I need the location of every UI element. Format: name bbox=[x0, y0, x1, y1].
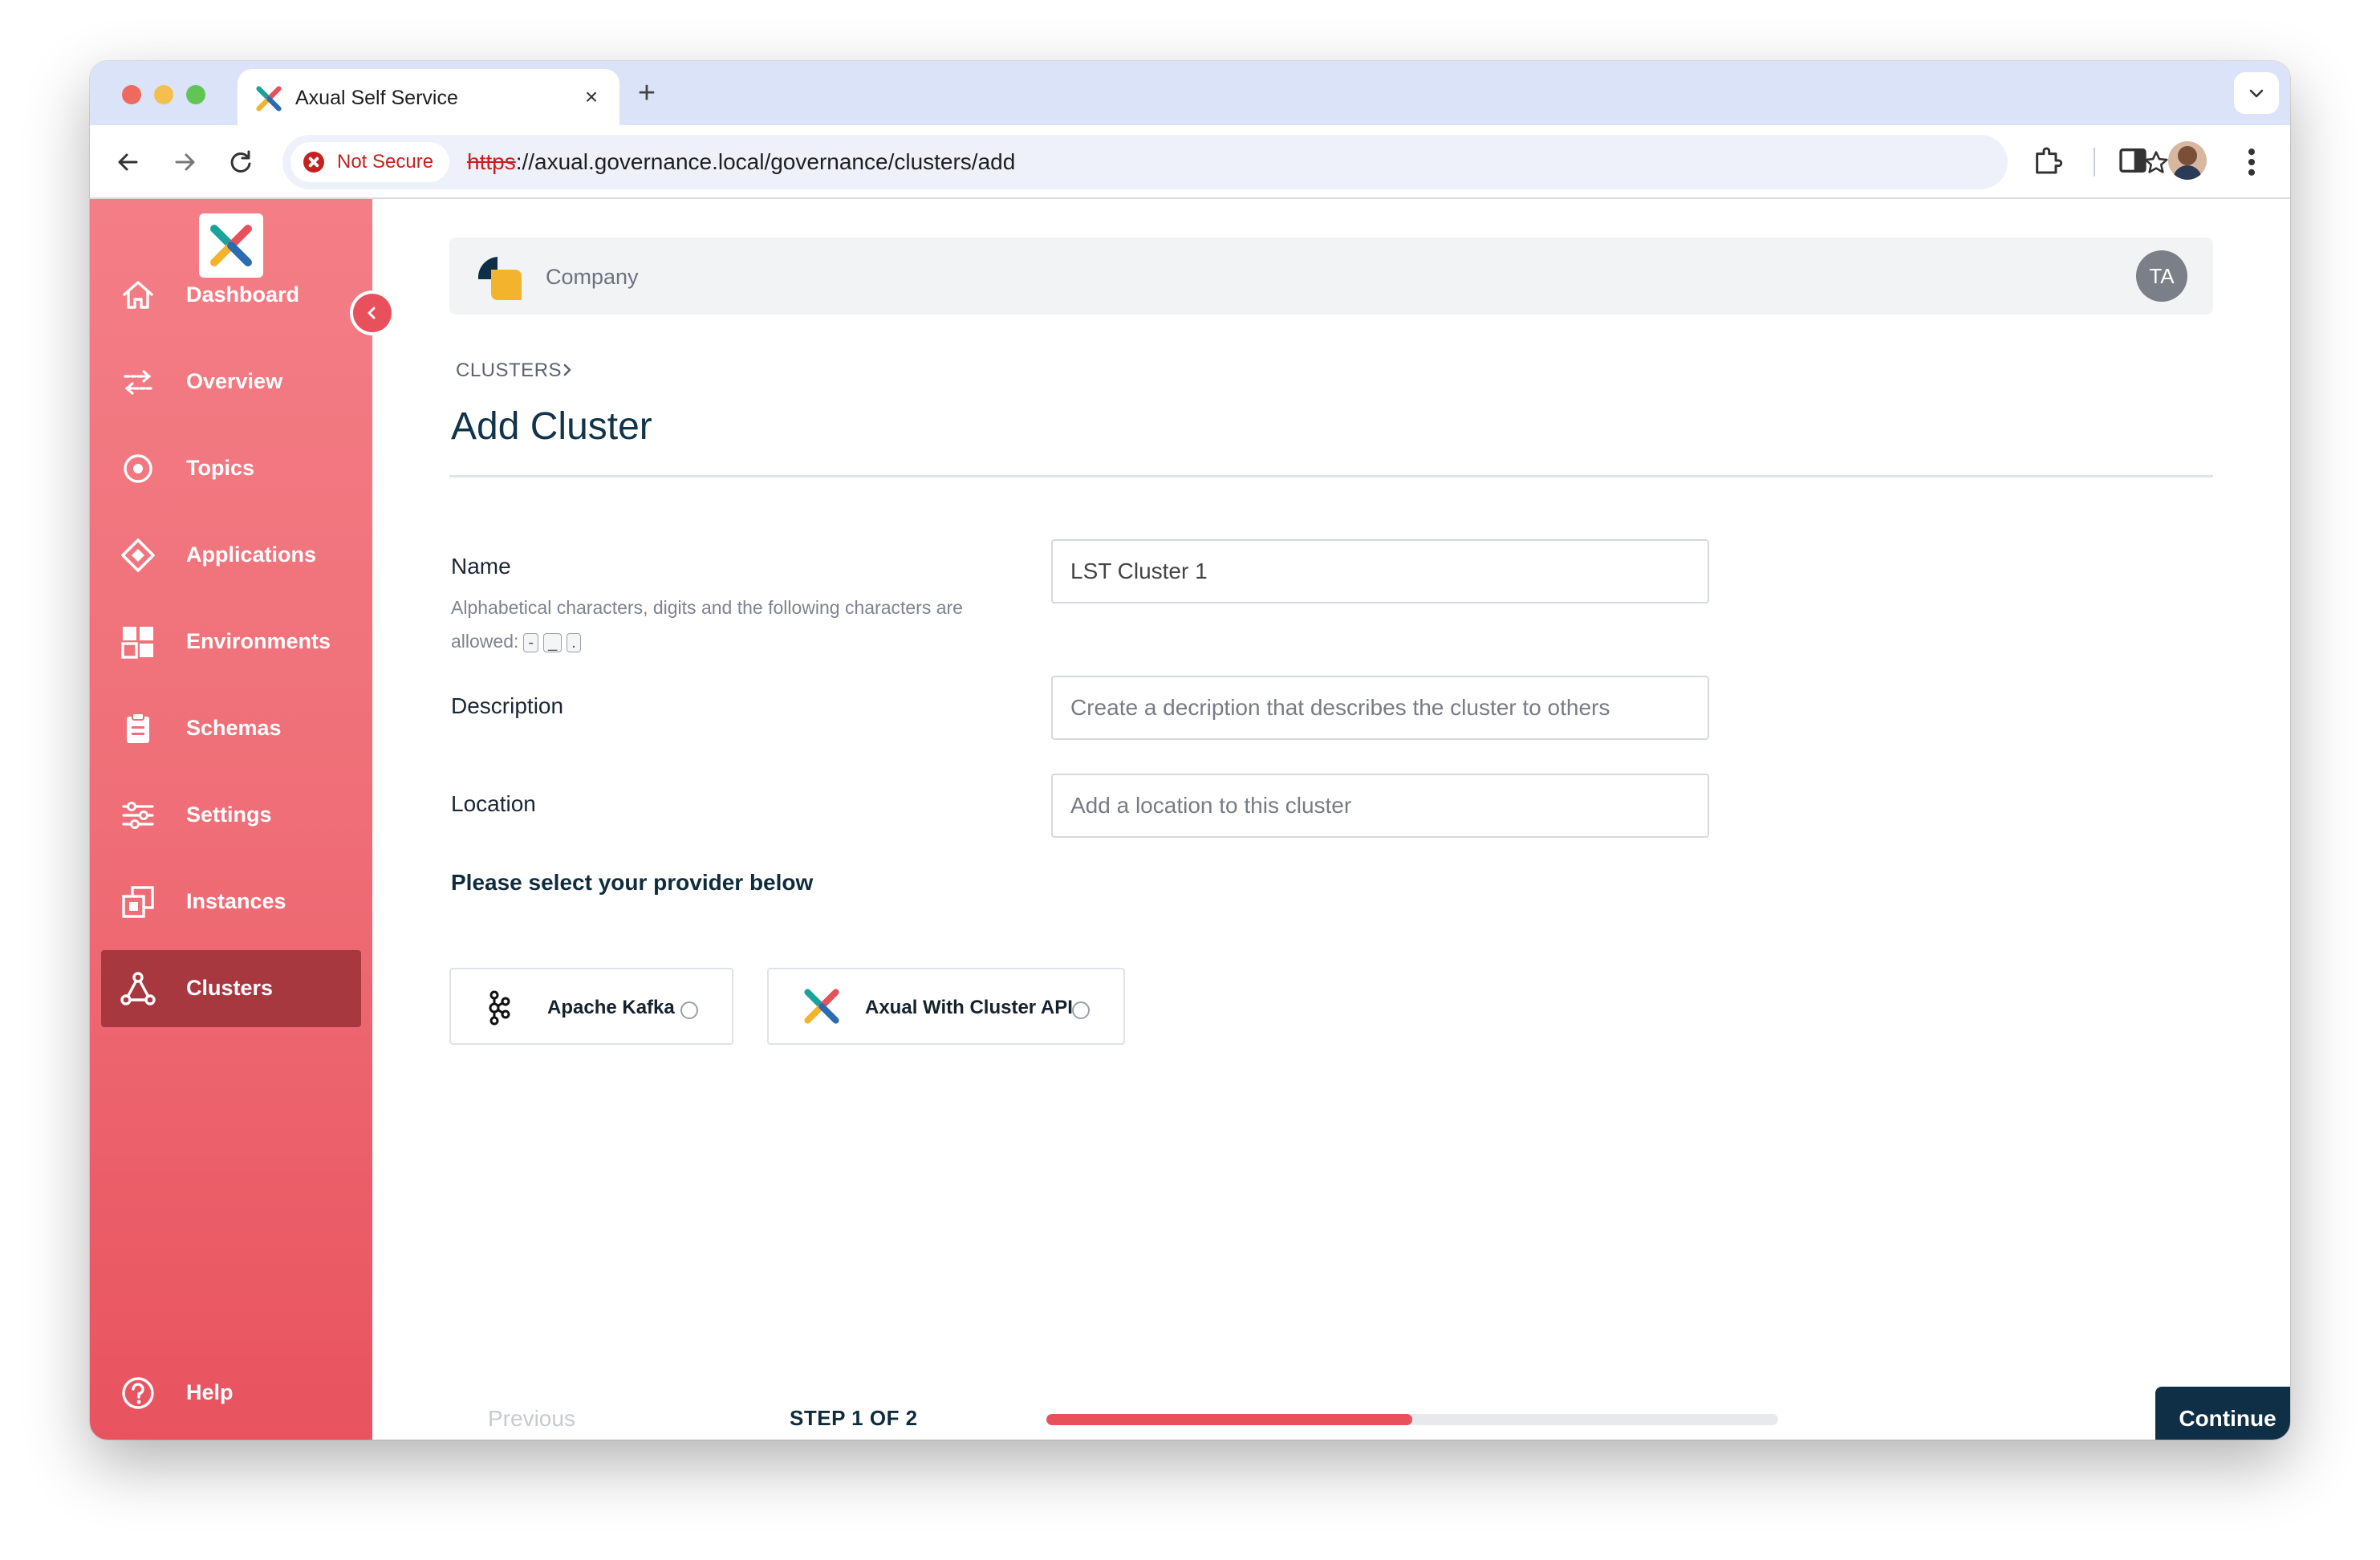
browser-toolbar: Not Secure https://axual.governance.loca… bbox=[90, 125, 2290, 199]
sidebar-item-applications[interactable]: Applications bbox=[101, 517, 361, 594]
forward-arrow-icon[interactable] bbox=[167, 144, 202, 180]
sidebar-item-topics[interactable]: Topics bbox=[101, 430, 361, 507]
name-help-text: Alphabetical characters, digits and the … bbox=[451, 591, 1029, 658]
breadcrumb-clusters-link[interactable]: CLUSTERS bbox=[456, 360, 562, 381]
sidebar-item-label: Dashboard bbox=[186, 282, 300, 307]
security-chip[interactable]: Not Secure bbox=[290, 142, 450, 182]
progress-bar bbox=[1046, 1414, 1778, 1425]
continue-button[interactable]: Continue bbox=[2155, 1387, 2290, 1440]
maximize-window-button[interactable] bbox=[186, 85, 205, 104]
tab-title: Axual Self Service bbox=[295, 87, 458, 109]
reload-icon[interactable] bbox=[223, 144, 258, 180]
sidebar-item-dashboard[interactable]: Dashboard bbox=[101, 257, 361, 334]
tab-search-button[interactable] bbox=[2234, 72, 2279, 114]
diamond-icon bbox=[121, 538, 155, 572]
sidebar-item-label: Applications bbox=[186, 542, 317, 567]
chevron-right-icon bbox=[563, 364, 571, 376]
sidebar-item-label: Settings bbox=[186, 802, 272, 827]
home-icon bbox=[123, 281, 153, 309]
axual-favicon-icon bbox=[256, 86, 282, 112]
axual-icon bbox=[804, 989, 839, 1024]
profile-avatar[interactable] bbox=[2168, 141, 2207, 180]
help-icon bbox=[122, 1377, 154, 1409]
browser-window: Axual Self Service × + Not Secure https:… bbox=[90, 61, 2290, 1440]
title-divider bbox=[449, 475, 2213, 477]
more-options-icon[interactable] bbox=[2245, 144, 2258, 180]
provider-label: Axual With Cluster API bbox=[865, 997, 1073, 1018]
location-input[interactable] bbox=[1051, 774, 1709, 838]
main-content: Company TA CLUSTERS Add Cluster Name Alp… bbox=[372, 199, 2290, 1440]
address-bar[interactable]: Not Secure https://axual.governance.loca… bbox=[282, 135, 2168, 189]
company-name[interactable]: Company bbox=[546, 265, 639, 290]
url-text[interactable]: https://axual.governance.local/governanc… bbox=[467, 149, 1015, 175]
not-secure-icon bbox=[303, 152, 324, 173]
toolbar-separator bbox=[2094, 148, 2095, 177]
location-label: Location bbox=[451, 791, 536, 816]
company-logo-icon bbox=[477, 257, 522, 300]
sidebar-item-clusters[interactable]: Clusters bbox=[101, 950, 361, 1027]
sidebar-item-label: Overview bbox=[186, 369, 283, 393]
allowed-char: . bbox=[567, 633, 581, 652]
target-icon bbox=[124, 454, 152, 483]
page-title: Add Cluster bbox=[451, 405, 652, 448]
url-path: ://axual.governance.local/governance/clu… bbox=[515, 149, 1016, 174]
minimize-window-button[interactable] bbox=[154, 85, 173, 104]
name-label: Name bbox=[451, 554, 511, 579]
chevron-down-icon bbox=[2249, 89, 2264, 98]
provider-radio[interactable] bbox=[680, 1001, 698, 1019]
url-scheme: https bbox=[467, 149, 516, 174]
provider-option-apache-kafka[interactable]: Apache Kafka bbox=[449, 968, 733, 1045]
description-input[interactable] bbox=[1051, 676, 1709, 740]
extensions-icon[interactable] bbox=[2032, 143, 2064, 178]
progress-fill bbox=[1046, 1414, 1412, 1425]
allowed-char: - bbox=[523, 633, 539, 652]
user-avatar[interactable]: TA bbox=[2136, 250, 2187, 302]
allowed-char: _ bbox=[543, 633, 563, 652]
sidebar-item-schemas[interactable]: Schemas bbox=[101, 690, 361, 767]
browser-tab[interactable]: Axual Self Service × bbox=[238, 69, 619, 125]
side-panel-icon[interactable] bbox=[2117, 143, 2149, 178]
name-input[interactable] bbox=[1051, 539, 1709, 603]
chevron-left-icon bbox=[368, 307, 376, 319]
sidebar-item-label: Schemas bbox=[186, 716, 282, 740]
close-window-button[interactable] bbox=[122, 85, 141, 104]
grid-icon bbox=[121, 627, 153, 659]
sidebar-item-label: Help bbox=[186, 1380, 234, 1404]
tab-close-icon[interactable]: × bbox=[578, 83, 605, 111]
back-arrow-icon[interactable] bbox=[111, 144, 146, 180]
sidebar-item-label: Instances bbox=[186, 889, 286, 913]
sidebar: Dashboard Overview Topics Applications E… bbox=[90, 199, 372, 1440]
breadcrumb: CLUSTERS bbox=[456, 360, 571, 382]
provider-radio[interactable] bbox=[1072, 1001, 1090, 1019]
sidebar-item-label: Environments bbox=[186, 629, 331, 653]
sliders-icon bbox=[122, 802, 154, 829]
provider-label: Apache Kafka bbox=[547, 997, 675, 1018]
security-label: Not Secure bbox=[337, 151, 434, 173]
sidebar-item-help[interactable]: Help bbox=[101, 1355, 361, 1432]
description-label: Description bbox=[451, 693, 564, 718]
arrows-icon bbox=[124, 370, 152, 395]
kafka-icon bbox=[489, 990, 510, 1026]
tab-strip: Axual Self Service × + bbox=[90, 61, 2290, 125]
new-tab-button[interactable]: + bbox=[629, 77, 664, 109]
clipboard-icon bbox=[127, 713, 149, 743]
cluster-icon bbox=[120, 972, 156, 1005]
sidebar-item-instances[interactable]: Instances bbox=[101, 863, 361, 940]
step-indicator: STEP 1 OF 2 bbox=[790, 1406, 918, 1430]
sidebar-item-label: Clusters bbox=[186, 976, 274, 1000]
sidebar-item-label: Topics bbox=[186, 456, 255, 480]
sidebar-item-settings[interactable]: Settings bbox=[101, 777, 361, 854]
provider-heading: Please select your provider below bbox=[451, 870, 814, 895]
top-header: Company TA bbox=[449, 238, 2213, 315]
sidebar-item-environments[interactable]: Environments bbox=[101, 603, 361, 680]
app-root: Dashboard Overview Topics Applications E… bbox=[90, 199, 2290, 1440]
previous-button[interactable]: Previous bbox=[488, 1406, 575, 1432]
instances-icon bbox=[122, 886, 154, 918]
collapse-sidebar-button[interactable] bbox=[353, 294, 392, 332]
sidebar-item-overview[interactable]: Overview bbox=[101, 343, 361, 420]
provider-option-axual-cluster-api[interactable]: Axual With Cluster API bbox=[767, 968, 1125, 1045]
